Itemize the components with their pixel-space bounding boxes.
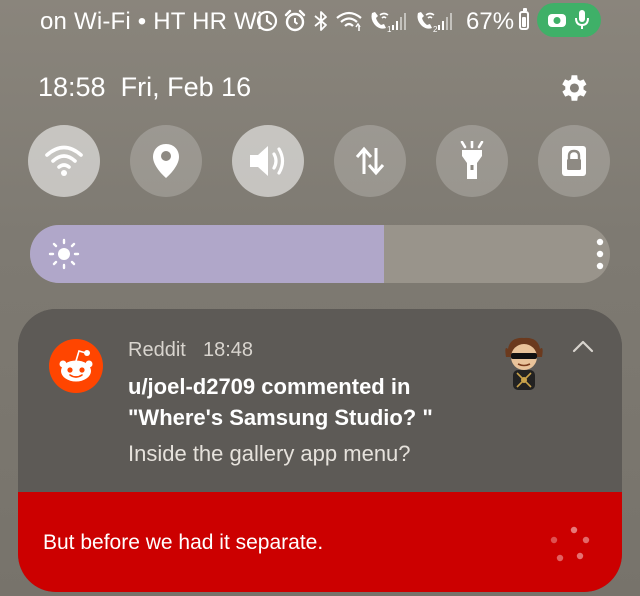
wifi-icon	[45, 145, 83, 176]
brightness-slider[interactable]	[30, 225, 610, 283]
more-options-icon[interactable]	[596, 238, 604, 270]
notification-time: 18:48	[203, 339, 254, 361]
flashlight-icon	[460, 141, 484, 179]
wifi-call-sim2-icon: 2	[417, 12, 438, 33]
reddit-app-icon	[49, 339, 103, 393]
clock-time: 18:58	[38, 72, 106, 102]
camera-in-use-icon	[548, 14, 566, 27]
header-datetime[interactable]: 18:58 Fri, Feb 16	[38, 72, 251, 103]
sound-toggle[interactable]	[232, 125, 304, 197]
notification-title: u/joel-d2709 commented in "Where's Samsu…	[128, 374, 433, 430]
lock-screen-toggle[interactable]	[538, 125, 610, 197]
bluetooth-icon	[314, 11, 327, 31]
microphone-in-use-icon	[575, 10, 589, 29]
data-arrows-icon	[355, 146, 385, 176]
location-pin-icon	[153, 144, 179, 178]
flashlight-toggle[interactable]	[436, 125, 508, 197]
mobile-data-toggle[interactable]	[334, 125, 406, 197]
wifi-data-icon	[336, 11, 362, 31]
notification-app-name: Reddit	[128, 339, 186, 361]
wifi-call-sim1-icon: 1	[371, 12, 392, 33]
brightness-level-fill	[30, 225, 384, 283]
reply-preview-text: But before we had it separate.	[43, 531, 324, 554]
alarm-icon	[284, 9, 306, 32]
battery-icon	[519, 8, 529, 30]
wifi-toggle[interactable]	[28, 125, 100, 197]
quick-settings	[0, 125, 640, 197]
date-text: Fri, Feb 16	[120, 72, 252, 102]
lock-icon	[562, 146, 586, 176]
reddit-logo-icon	[59, 350, 93, 382]
reddit-notification[interactable]: Reddit 18:48 u/joel-d2709 commented in "…	[18, 309, 622, 592]
signal-icon	[438, 13, 452, 30]
battery-percent: 67%	[466, 8, 515, 35]
notification-body: Inside the gallery app menu?	[128, 441, 411, 466]
brightness-sun-icon	[48, 238, 80, 270]
data-saver-icon	[256, 10, 278, 32]
location-toggle[interactable]	[130, 125, 202, 197]
signal-icon	[392, 13, 406, 30]
carrier-text: on Wi-Fi • HT HR Wi	[40, 8, 263, 35]
speaker-icon	[250, 146, 285, 176]
loading-dots-icon	[550, 526, 590, 562]
privacy-indicator[interactable]	[537, 3, 601, 37]
collapse-chevron-icon[interactable]	[572, 339, 594, 353]
user-avatar	[505, 337, 543, 390]
status-bar: on Wi-Fi • HT HR Wi 1 2 67%	[0, 0, 640, 40]
settings-gear-icon[interactable]	[556, 71, 590, 105]
